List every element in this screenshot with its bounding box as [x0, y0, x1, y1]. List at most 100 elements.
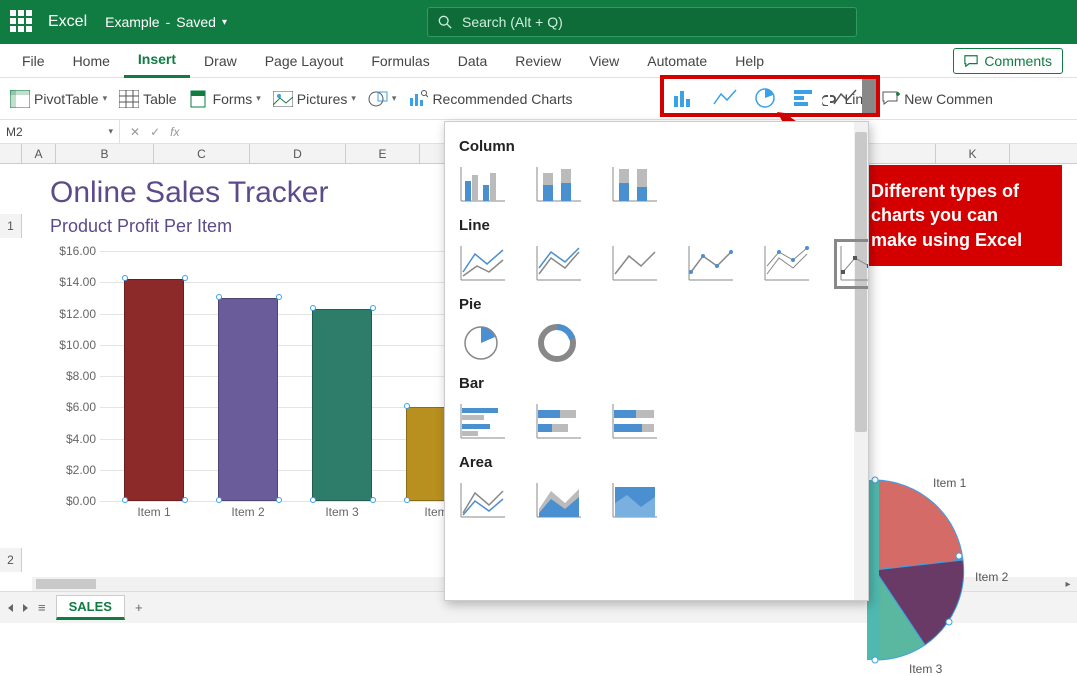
app-name: Excel	[48, 13, 87, 31]
title-bar: Excel Example - Saved ▾ Search (Alt + Q)	[0, 0, 1077, 44]
y-axis-label: $4.00	[66, 432, 96, 446]
table-button[interactable]: Table	[115, 88, 180, 110]
tab-insert[interactable]: Insert	[124, 44, 190, 78]
y-axis-label: $12.00	[59, 307, 96, 321]
y-axis-label: $6.00	[66, 400, 96, 414]
panel-section-column: Column	[459, 138, 854, 155]
all-sheets-icon[interactable]: ≡	[38, 600, 46, 615]
shapes-icon	[368, 90, 388, 108]
y-axis-label: $2.00	[66, 463, 96, 477]
tab-home[interactable]: Home	[59, 44, 124, 78]
insert-toolbar: PivotTable▾ Table Forms▾ Pictures▾ ▾ Rec…	[0, 78, 1077, 120]
annotation-highlight	[660, 75, 880, 117]
fx-icon[interactable]: fx	[170, 125, 179, 139]
stacked-line-thumb[interactable]	[535, 244, 583, 284]
search-placeholder: Search (Alt + Q)	[462, 14, 563, 30]
bar[interactable]	[218, 298, 278, 501]
comment-icon	[964, 54, 978, 68]
tab-formulas[interactable]: Formulas	[357, 44, 443, 78]
mini-pie-chart-icon[interactable]	[750, 85, 780, 111]
stacked-bar-thumb[interactable]	[535, 402, 583, 442]
100-stacked-line-thumb[interactable]	[611, 244, 659, 284]
document-name[interactable]: Example - Saved ▾	[105, 14, 227, 30]
clustered-bar-thumb[interactable]	[459, 402, 507, 442]
add-sheet-button[interactable]: +	[135, 600, 143, 615]
pie-thumb[interactable]	[459, 323, 507, 363]
panel-section-area: Area	[459, 454, 854, 471]
new-comment-button[interactable]: New Commen	[878, 89, 997, 109]
embedded-pie-chart[interactable]: Item 1 Item 2 Item 3	[855, 470, 1055, 670]
y-axis-label: $8.00	[66, 369, 96, 383]
bar[interactable]	[124, 279, 184, 501]
col-header[interactable]: E	[346, 144, 420, 163]
x-axis-label: Item 2	[208, 505, 288, 519]
100-stacked-column-thumb[interactable]	[611, 165, 659, 205]
chart-gallery-dropdown[interactable]	[862, 79, 876, 113]
col-header[interactable]: B	[56, 144, 154, 163]
chevron-down-icon: ▾	[222, 17, 227, 28]
forms-button[interactable]: Forms▾	[185, 88, 265, 110]
stacked-area-thumb[interactable]	[535, 481, 583, 521]
mini-line-chart-icon[interactable]	[710, 85, 740, 111]
tab-automate[interactable]: Automate	[633, 44, 721, 78]
annotation-callout: Different types of charts you can make u…	[857, 165, 1062, 266]
pivot-table-button[interactable]: PivotTable▾	[6, 88, 111, 110]
row-header[interactable]: 2	[0, 548, 22, 572]
line-thumb[interactable]	[459, 244, 507, 284]
tab-view[interactable]: View	[575, 44, 633, 78]
name-box[interactable]: M2▾	[0, 120, 120, 143]
pictures-button[interactable]: Pictures▾	[269, 89, 360, 109]
stacked-column-thumb[interactable]	[535, 165, 583, 205]
confirm-icon[interactable]: ✓	[150, 125, 160, 139]
100-stacked-bar-thumb[interactable]	[611, 402, 659, 442]
row-header[interactable]: 1	[0, 214, 22, 238]
col-header[interactable]: A	[22, 144, 56, 163]
x-axis-label: Item 3	[302, 505, 382, 519]
stacked-line-markers-thumb[interactable]	[763, 244, 811, 284]
panel-section-line: Line	[459, 217, 854, 234]
tab-help[interactable]: Help	[721, 44, 778, 78]
panel-scrollbar[interactable]	[854, 122, 868, 600]
bar[interactable]	[312, 309, 372, 501]
panel-section-pie: Pie	[459, 296, 854, 313]
comment-plus-icon	[882, 91, 900, 107]
tab-file[interactable]: File	[8, 44, 59, 78]
line-markers-thumb[interactable]	[687, 244, 735, 284]
next-sheet-icon[interactable]	[23, 604, 28, 612]
table-icon	[119, 90, 139, 108]
mini-area-chart-icon[interactable]	[830, 85, 860, 111]
y-axis-label: $16.00	[59, 244, 96, 258]
panel-section-bar: Bar	[459, 375, 854, 392]
col-header[interactable]: D	[250, 144, 346, 163]
area-thumb[interactable]	[459, 481, 507, 521]
app-launcher-icon[interactable]	[10, 10, 34, 34]
y-axis-label: $10.00	[59, 338, 96, 352]
tab-data[interactable]: Data	[444, 44, 502, 78]
100-stacked-area-thumb[interactable]	[611, 481, 659, 521]
rec-charts-icon	[408, 90, 428, 108]
100-stacked-line-markers-thumb[interactable]	[839, 244, 869, 284]
comments-button[interactable]: Comments	[953, 48, 1063, 74]
cancel-icon[interactable]: ✕	[130, 125, 140, 139]
mini-column-chart-icon[interactable]	[670, 85, 700, 111]
shapes-button[interactable]: ▾	[364, 88, 401, 110]
chart-type-panel: Column Line Pie Bar Area	[444, 121, 869, 601]
recommended-charts-button[interactable]: Recommended Charts	[404, 88, 576, 110]
tab-draw[interactable]: Draw	[190, 44, 251, 78]
x-axis-label: Item 1	[114, 505, 194, 519]
tab-review[interactable]: Review	[501, 44, 575, 78]
pie-label: Item 1	[933, 476, 966, 490]
prev-sheet-icon[interactable]	[8, 604, 13, 612]
search-input[interactable]: Search (Alt + Q)	[427, 7, 857, 37]
pie-label: Item 3	[909, 662, 942, 676]
forms-icon	[189, 90, 209, 108]
tab-page-layout[interactable]: Page Layout	[251, 44, 358, 78]
doughnut-thumb[interactable]	[535, 323, 583, 363]
clustered-column-thumb[interactable]	[459, 165, 507, 205]
pie-label: Item 2	[975, 570, 1008, 584]
col-header[interactable]: C	[154, 144, 250, 163]
mini-bar-chart-icon[interactable]	[790, 85, 820, 111]
sheet-tab[interactable]: SALES	[56, 595, 125, 620]
col-header[interactable]: K	[936, 144, 1010, 163]
doc-title: Example	[105, 14, 159, 30]
